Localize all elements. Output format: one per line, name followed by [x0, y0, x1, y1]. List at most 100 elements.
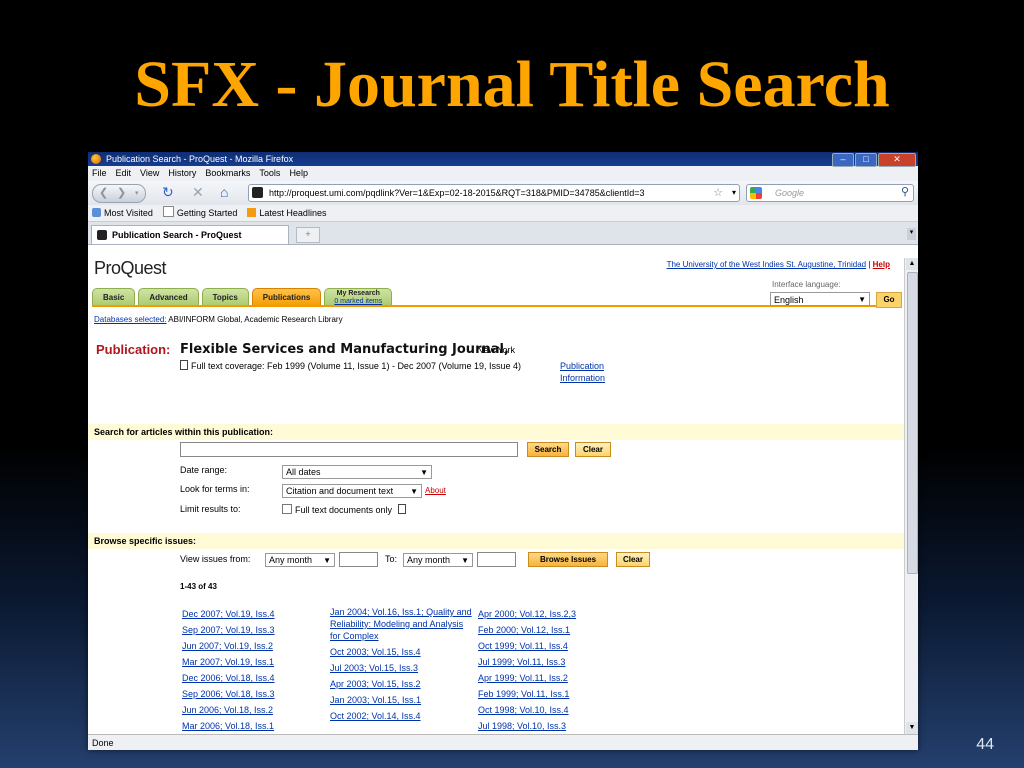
interface-language-label: Interface language: [772, 280, 841, 289]
history-dropdown-icon[interactable]: ▾ [135, 189, 139, 197]
rss-icon [247, 208, 257, 217]
url-text: http://proquest.umi.com/pqdlink?Ver=1&Ex… [269, 188, 645, 198]
databases-selected: Databases selected: ABI/INFORM Global, A… [94, 315, 343, 324]
address-bar[interactable]: http://proquest.umi.com/pqdlink?Ver=1&Ex… [248, 184, 740, 202]
menu-bookmarks[interactable]: Bookmarks [205, 166, 250, 181]
issues-column-1: Dec 2007; Vol.19, Iss.4 Sep 2007; Vol.19… [182, 606, 322, 734]
issue-link[interactable]: Mar 2006; Vol.18, Iss.1 [182, 718, 322, 734]
look-for-label: Look for terms in: [180, 484, 250, 494]
issue-link[interactable]: Jan 2003; Vol.15, Iss.1 [330, 692, 472, 708]
go-button[interactable]: Go [876, 292, 902, 308]
home-icon[interactable]: ⌂ [220, 184, 228, 200]
scroll-up-icon[interactable]: ▲ [906, 258, 918, 270]
minimize-button[interactable]: – [832, 153, 854, 167]
chevron-down-icon: ▼ [461, 556, 469, 565]
issues-column-2: Jan 2004; Vol.16, Iss.1; Quality and Rel… [330, 606, 472, 724]
back-forward-buttons: ❮ ❯ ▾ [92, 184, 146, 203]
issue-link[interactable]: Sep 2006; Vol.18, Iss.3 [182, 686, 322, 702]
new-tab-button[interactable]: + [296, 227, 320, 243]
close-button[interactable]: ✕ [878, 153, 916, 167]
tab-bar: Publication Search - ProQuest + ▾ [88, 222, 918, 245]
search-box[interactable]: Google ⚲ [746, 184, 914, 202]
issue-link[interactable]: Sep 2007; Vol.19, Iss.3 [182, 622, 322, 638]
menu-bar: File Edit View History Bookmarks Tools H… [88, 166, 918, 181]
issue-link[interactable]: Jun 2007; Vol.19, Iss.2 [182, 638, 322, 654]
look-for-select[interactable]: Citation and document text ▼ [282, 484, 422, 498]
month-to-select[interactable]: Any month ▼ [403, 553, 473, 567]
bookmark-most-visited[interactable]: Most Visited [92, 205, 153, 221]
date-range-select[interactable]: All dates ▼ [282, 465, 432, 479]
window-titlebar: Publication Search - ProQuest - Mozilla … [88, 152, 918, 167]
issue-link[interactable]: Jan 2004; Vol.16, Iss.1; Quality and Rel… [330, 606, 472, 642]
browse-section-heading: Browse specific issues: [88, 533, 904, 549]
issue-link[interactable]: Jul 1998; Vol.10, Iss.3 [478, 718, 618, 734]
proquest-favicon-icon [97, 230, 107, 240]
bookmark-getting-started[interactable]: Getting Started [162, 205, 237, 221]
chevron-down-icon: ▼ [410, 487, 418, 496]
year-from-input[interactable] [339, 552, 378, 567]
issue-link[interactable]: Oct 1999; Vol.11, Iss.4 [478, 638, 618, 654]
full-text-checkbox[interactable] [282, 504, 292, 514]
issue-link[interactable]: Jun 2006; Vol.18, Iss.2 [182, 702, 322, 718]
issues-column-3: Apr 2000; Vol.12, Iss.2,3 Feb 2000; Vol.… [478, 606, 618, 734]
full-text-only-option[interactable]: Full text documents only [282, 504, 409, 515]
search-button[interactable]: Search [527, 442, 569, 457]
slide-number: 44 [976, 736, 994, 753]
stop-icon[interactable]: ✕ [192, 184, 204, 201]
issue-link[interactable]: Oct 2002; Vol.14, Iss.4 [330, 708, 472, 724]
help-link[interactable]: Help [873, 260, 890, 269]
issue-link[interactable]: Dec 2007; Vol.19, Iss.4 [182, 606, 322, 622]
issue-link[interactable]: Jul 1999; Vol.11, Iss.3 [478, 654, 618, 670]
navigation-toolbar: ❮ ❯ ▾ ↻ ✕ ⌂ http://proquest.umi.com/pqdl… [88, 181, 918, 205]
databases-selected-link[interactable]: Databases selected: [94, 315, 167, 324]
issue-link[interactable]: Feb 1999; Vol.11, Iss.1 [478, 686, 618, 702]
bookmarks-toolbar: Most Visited Getting Started Latest Head… [88, 205, 918, 222]
scroll-thumb[interactable] [907, 272, 918, 574]
forward-icon[interactable]: ❯ [117, 186, 126, 199]
tab-publication-search[interactable]: Publication Search - ProQuest [91, 225, 289, 244]
view-issues-from-label: View issues from: [180, 554, 251, 564]
issue-link[interactable]: Apr 2003; Vol.15, Iss.2 [330, 676, 472, 692]
issue-link[interactable]: Feb 2000; Vol.12, Iss.1 [478, 622, 618, 638]
tab-list-icon[interactable]: ▾ [907, 228, 916, 240]
menu-history[interactable]: History [168, 166, 196, 181]
issue-link[interactable]: Mar 2007; Vol.19, Iss.1 [182, 654, 322, 670]
issue-link[interactable]: Jul 2003; Vol.15, Iss.3 [330, 660, 472, 676]
clear-button[interactable]: Clear [575, 442, 611, 457]
bookmark-star-icon[interactable]: ☆ [713, 185, 723, 201]
publication-label: Publication: [96, 342, 171, 357]
issue-link[interactable]: Apr 2000; Vol.12, Iss.2,3 [478, 606, 618, 622]
search-input[interactable] [180, 442, 518, 457]
search-placeholder: Google [775, 188, 805, 198]
search-icon[interactable]: ⚲ [901, 184, 909, 200]
year-to-input[interactable] [477, 552, 516, 567]
status-bar: Done [88, 734, 918, 750]
chevron-down-icon: ▼ [858, 295, 866, 304]
issue-link[interactable]: Oct 2003; Vol.15, Iss.4 [330, 644, 472, 660]
url-dropdown-icon[interactable]: ▾ [732, 185, 736, 201]
firefox-icon [91, 154, 101, 164]
menu-edit[interactable]: Edit [116, 166, 132, 181]
about-link[interactable]: About [425, 486, 446, 495]
publication-information-link[interactable]: Publication Information [560, 360, 605, 384]
bookmark-latest-headlines[interactable]: Latest Headlines [247, 205, 326, 221]
back-icon[interactable]: ❮ [99, 186, 108, 199]
browse-issues-button[interactable]: Browse Issues [528, 552, 608, 567]
scroll-down-icon[interactable]: ▼ [906, 722, 918, 734]
month-from-select[interactable]: Any month ▼ [265, 553, 335, 567]
menu-tools[interactable]: Tools [259, 166, 280, 181]
issue-link[interactable]: Oct 1998; Vol.10, Iss.4 [478, 702, 618, 718]
institution-link[interactable]: The University of the West Indies St. Au… [667, 260, 867, 269]
menu-view[interactable]: View [140, 166, 159, 181]
interface-language-select[interactable]: English ▼ [770, 292, 870, 306]
publication-title: Flexible Services and Manufacturing Jour… [180, 342, 509, 357]
menu-file[interactable]: File [92, 166, 107, 181]
browse-clear-button[interactable]: Clear [616, 552, 650, 567]
issue-link[interactable]: Apr 1999; Vol.11, Iss.2 [478, 670, 618, 686]
vertical-scrollbar[interactable]: ▲ ▼ [904, 258, 918, 734]
issue-link[interactable]: Dec 2006; Vol.18, Iss.4 [182, 670, 322, 686]
menu-help[interactable]: Help [289, 166, 308, 181]
document-icon [397, 504, 406, 514]
reload-icon[interactable]: ↻ [162, 184, 174, 201]
maximize-button[interactable]: □ [855, 153, 877, 167]
